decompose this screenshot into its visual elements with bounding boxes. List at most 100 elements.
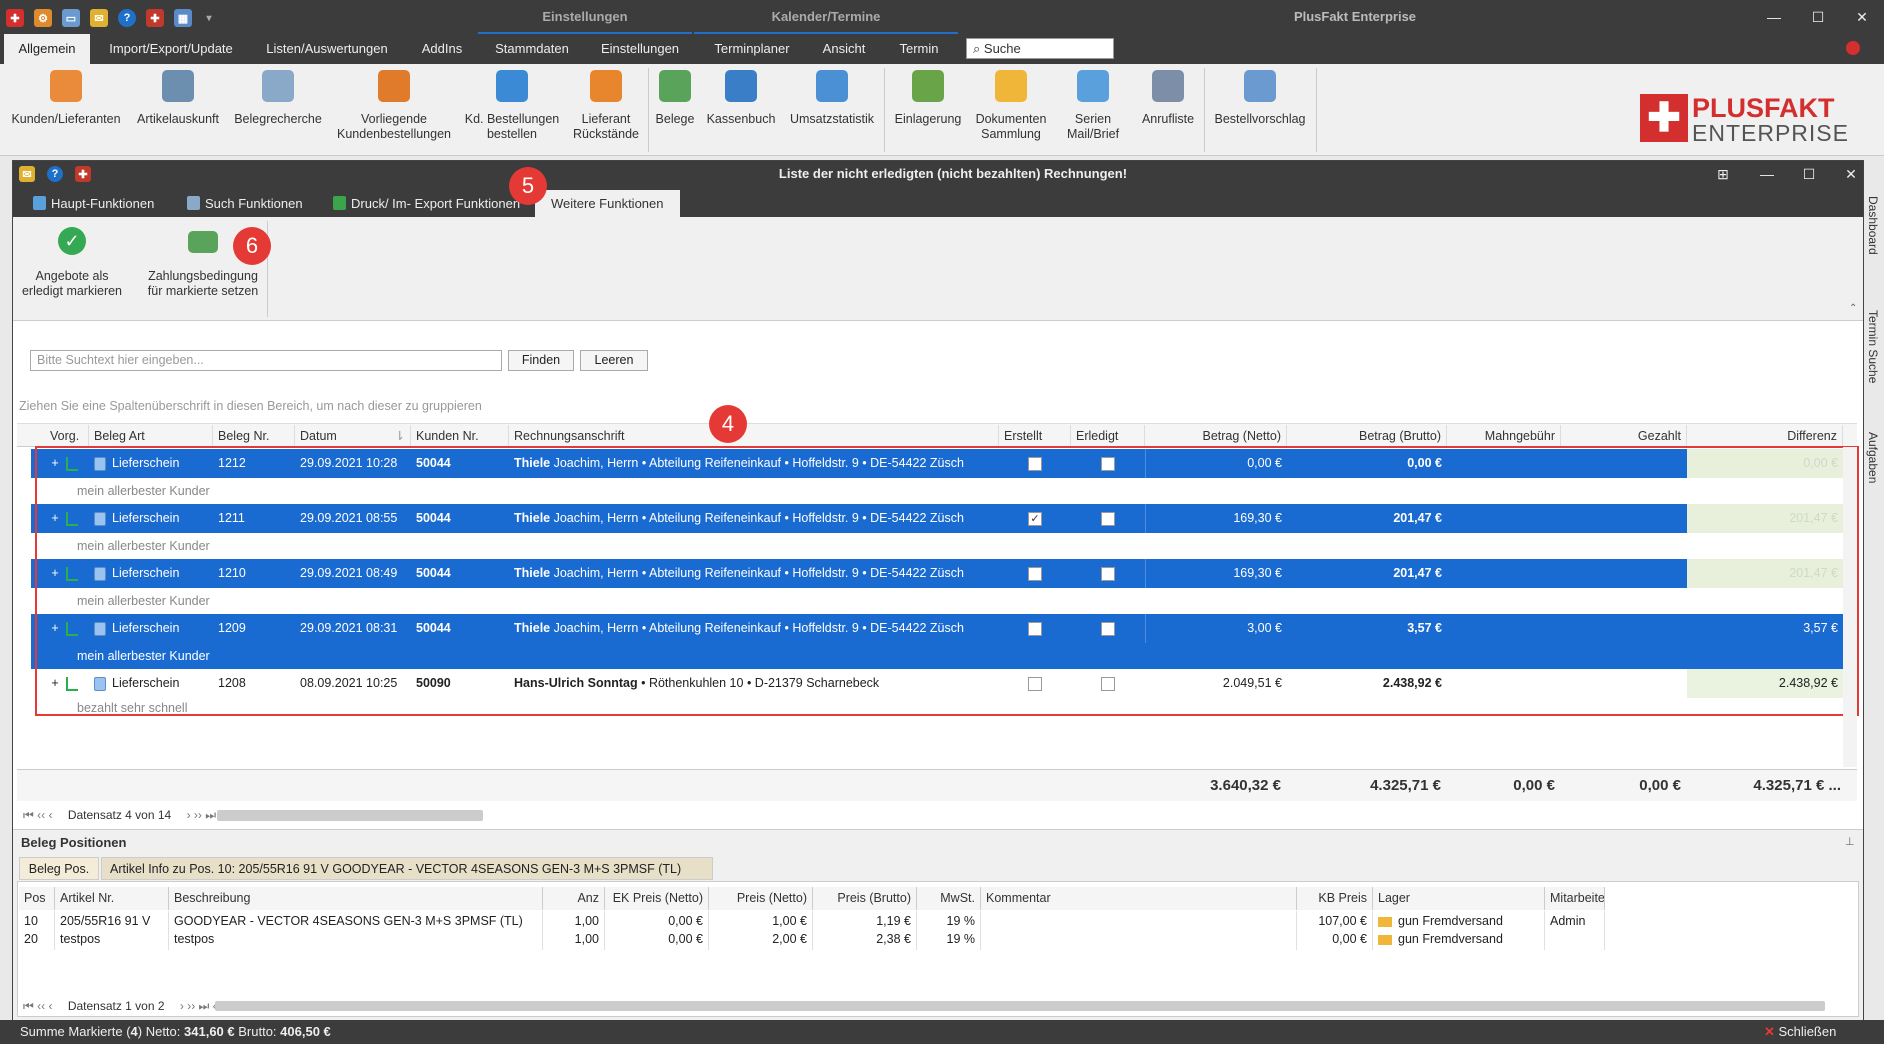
grid-cell[interactable]: 0,00 €: [1687, 449, 1843, 478]
ribbon-kassenbuch[interactable]: Kassenbuch: [702, 70, 780, 127]
checkbox-erledigt[interactable]: [1101, 676, 1115, 691]
grid-cell[interactable]: 3,57 €: [1687, 614, 1843, 643]
col-betrag-brutto[interactable]: Betrag (Brutto): [1287, 425, 1447, 448]
col-beleg-nr[interactable]: Beleg Nr.: [213, 425, 295, 448]
positions-col[interactable]: Preis (Netto): [709, 887, 813, 910]
grid-cell[interactable]: Lieferschein: [89, 559, 213, 588]
ribbon-dokumenten-sammlung[interactable]: Dokumenten Sammlung: [972, 70, 1050, 142]
checkbox-erstellt[interactable]: [1028, 676, 1042, 691]
grid-cell[interactable]: [999, 614, 1071, 643]
grid-cell[interactable]: [1071, 504, 1145, 533]
app-logo-icon[interactable]: ✚: [6, 9, 24, 27]
grid-cell[interactable]: 50090: [411, 669, 509, 698]
col-datum[interactable]: Datum ⇂: [295, 425, 411, 448]
collapse-ribbon-icon[interactable]: ⌃: [1849, 303, 1857, 314]
expand-icon[interactable]: +: [50, 449, 60, 478]
tab-haupt-funktionen[interactable]: Haupt-Funktionen: [29, 190, 169, 217]
tab-druck-export[interactable]: Druck/ Im- Export Funktionen: [329, 190, 529, 217]
quick-chat-icon[interactable]: ✉: [90, 9, 108, 27]
quick-calendar-icon[interactable]: ▦: [174, 9, 192, 27]
grid-cell[interactable]: 3,57 €: [1287, 614, 1447, 643]
side-tab-dashboard[interactable]: Dashboard: [1866, 196, 1880, 255]
pos-nav-last-icon[interactable]: › ›› ⏭ ‹: [180, 999, 217, 1013]
positions-col[interactable]: Pos: [19, 887, 55, 910]
positions-col[interactable]: Lager: [1373, 887, 1545, 910]
ribbon-kd-bestellungen[interactable]: Kd. Bestellungen bestellen: [462, 70, 562, 142]
col-betrag-netto[interactable]: Betrag (Netto): [1145, 425, 1287, 448]
col-erledigt[interactable]: Erledigt: [1071, 425, 1145, 448]
positions-row[interactable]: 20 testpos testpos 1,00 0,00 €2,00 €2,38 €19…: [13, 929, 1851, 950]
positions-col[interactable]: Anz: [543, 887, 605, 910]
table-row[interactable]: + Lieferschein 1208 08.09.2021 10:25 50090 Ha…: [31, 669, 1857, 698]
positions-cell[interactable]: 1,00: [543, 929, 605, 950]
context-tab-kalender[interactable]: Kalender/Termine: [694, 0, 958, 34]
vertical-scrollbar[interactable]: [1843, 447, 1857, 767]
grid-cell[interactable]: 08.09.2021 10:25: [295, 669, 411, 698]
table-row[interactable]: + Lieferschein 1212 29.09.2021 10:28 50044 Th…: [31, 449, 1857, 478]
ribbon-artikelauskunft[interactable]: Artikelauskunft: [130, 70, 226, 127]
grid-cell[interactable]: 1210: [213, 559, 295, 588]
side-tab-termin-suche[interactable]: Termin Suche: [1866, 310, 1880, 383]
col-differenz[interactable]: Differenz: [1687, 425, 1843, 448]
menu-addins[interactable]: AddIns: [410, 34, 474, 64]
minimize-icon[interactable]: —: [1754, 0, 1794, 34]
menu-allgemein[interactable]: Allgemein: [4, 34, 90, 64]
grid-cell[interactable]: 0,00 €: [1287, 449, 1447, 478]
col-gezahlt[interactable]: Gezahlt: [1561, 425, 1687, 448]
side-tab-aufgaben[interactable]: Aufgaben: [1866, 432, 1880, 483]
quick-monitor-icon[interactable]: ▭: [62, 9, 80, 27]
checkbox-erstellt[interactable]: [1028, 621, 1042, 636]
positions-cell[interactable]: [1545, 929, 1605, 950]
col-kunden-nr[interactable]: Kunden Nr.: [411, 425, 509, 448]
grid-cell[interactable]: 1212: [213, 449, 295, 478]
grid-cell[interactable]: 2.049,51 €: [1145, 669, 1287, 698]
grid-cell[interactable]: 50044: [411, 559, 509, 588]
positions-cell[interactable]: 19 %: [917, 929, 981, 950]
grid-cell[interactable]: Thiele Joachim, Herrn • Abteilung Reifen…: [509, 504, 999, 533]
checkbox-erledigt[interactable]: [1101, 566, 1115, 581]
ribbon-einlagerung[interactable]: Einlagerung: [888, 70, 968, 127]
col-vorg[interactable]: Vorg.: [45, 425, 89, 448]
positions-col[interactable]: Beschreibung: [169, 887, 543, 910]
grid-cell[interactable]: 29.09.2021 08:55: [295, 504, 411, 533]
grid-cell[interactable]: 2.438,92 €: [1287, 669, 1447, 698]
checkbox-erstellt[interactable]: [1028, 566, 1042, 581]
tab-beleg-pos[interactable]: Beleg Pos.: [19, 857, 99, 880]
ribbon-serien-mail[interactable]: Serien Mail/Brief: [1054, 70, 1132, 142]
grid-cell[interactable]: Lieferschein: [89, 449, 213, 478]
grid-cell[interactable]: 201,47 €: [1287, 504, 1447, 533]
positions-col[interactable]: Kommentar: [981, 887, 1297, 910]
grid-cell[interactable]: 50044: [411, 614, 509, 643]
grid-cell[interactable]: ✓: [999, 504, 1071, 533]
grid-cell[interactable]: 50044: [411, 449, 509, 478]
ribbon-umsatzstatistik[interactable]: Umsatzstatistik: [784, 70, 880, 127]
quick-flag-icon[interactable]: ✚: [146, 9, 164, 27]
horizontal-scrollbar[interactable]: [217, 810, 483, 821]
grid-cell[interactable]: Lieferschein: [89, 614, 213, 643]
col-erstellt[interactable]: Erstellt: [999, 425, 1071, 448]
grid-cell[interactable]: 29.09.2021 08:49: [295, 559, 411, 588]
maximize-icon[interactable]: ☐: [1798, 0, 1838, 34]
window-maximize-icon[interactable]: ☐: [1789, 161, 1829, 187]
close-icon[interactable]: ✕: [1842, 0, 1882, 34]
menu-listen[interactable]: Listen/Auswertungen: [252, 34, 402, 64]
grid-cell[interactable]: 50044: [411, 504, 509, 533]
grid-cell[interactable]: 201,47 €: [1687, 559, 1843, 588]
quick-tools-icon[interactable]: ⚙: [34, 9, 52, 27]
tab-artikel-info[interactable]: Artikel Info zu Pos. 10: 205/55R16 91 V …: [101, 857, 713, 880]
positions-cell[interactable]: 2,38 €: [813, 929, 917, 950]
grid-cell[interactable]: [999, 669, 1071, 698]
mark-done-button[interactable]: ✓ Angebote als erledigt markieren: [17, 227, 127, 299]
positions-horizontal-scrollbar[interactable]: [215, 1001, 1825, 1011]
grid-cell[interactable]: Lieferschein: [89, 669, 213, 698]
window-chat-icon[interactable]: ✉: [19, 166, 35, 182]
positions-cell[interactable]: 0,00 €: [1297, 929, 1373, 950]
menu-einstellungen[interactable]: Einstellungen: [590, 34, 690, 64]
grid-cell[interactable]: 201,47 €: [1287, 559, 1447, 588]
table-row[interactable]: + Lieferschein 1210 29.09.2021 08:49 50044 Th…: [31, 559, 1857, 588]
ribbon-bestellvorschlag[interactable]: Bestellvorschlag: [1208, 70, 1312, 127]
tab-such-funktionen[interactable]: Such Funktionen: [183, 190, 313, 217]
grid-cell[interactable]: [999, 449, 1071, 478]
grid-cell[interactable]: [1071, 559, 1145, 588]
expand-icon[interactable]: +: [50, 614, 60, 643]
